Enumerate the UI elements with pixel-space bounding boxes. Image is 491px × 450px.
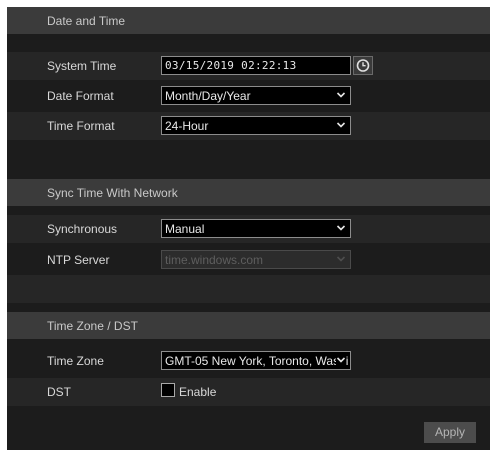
system-time-label: System Time bbox=[47, 59, 117, 73]
chevron-down-icon bbox=[336, 355, 346, 365]
clock-icon bbox=[356, 59, 370, 72]
time-format-value: 24-Hour bbox=[165, 119, 209, 133]
time-zone-row: Time Zone GMT-05 New York, Toronto, Wash… bbox=[7, 347, 490, 375]
ntp-server-row: NTP Server time.windows.com bbox=[7, 246, 490, 274]
ntp-server-label: NTP Server bbox=[47, 253, 110, 267]
synchronous-value: Manual bbox=[165, 222, 205, 236]
sync-section-header: Sync Time With Network bbox=[7, 179, 490, 206]
chevron-down-icon bbox=[336, 122, 346, 128]
date-time-section-header: Date and Time bbox=[7, 7, 490, 34]
section-title: Date and Time bbox=[47, 14, 126, 28]
dst-enable-checkbox[interactable] bbox=[161, 383, 175, 397]
ntp-server-value: time.windows.com bbox=[165, 253, 264, 267]
chevron-down-icon bbox=[336, 92, 346, 98]
dst-label: DST bbox=[47, 385, 71, 399]
timezone-section-header: Time Zone / DST bbox=[7, 312, 490, 339]
dst-enable-label[interactable]: Enable bbox=[179, 385, 216, 399]
date-format-value: Month/Day/Year bbox=[165, 89, 251, 103]
date-format-row: Date Format Month/Day/Year bbox=[7, 82, 490, 110]
system-time-input[interactable]: 03/15/2019 02:22:13 bbox=[161, 56, 351, 75]
time-zone-select[interactable]: GMT-05 New York, Toronto, Washi bbox=[161, 351, 351, 370]
date-format-label: Date Format bbox=[47, 89, 114, 103]
system-time-row: System Time 03/15/2019 02:22:13 bbox=[7, 52, 490, 80]
time-format-row: Time Format 24-Hour bbox=[7, 112, 490, 140]
apply-button[interactable]: Apply bbox=[424, 422, 476, 443]
chevron-down-icon bbox=[336, 256, 346, 262]
ntp-server-select: time.windows.com bbox=[161, 250, 351, 269]
clock-button[interactable] bbox=[353, 56, 373, 75]
time-zone-value: GMT-05 New York, Toronto, Washi bbox=[165, 354, 349, 368]
chevron-down-icon bbox=[336, 225, 346, 231]
synchronous-select[interactable]: Manual bbox=[161, 219, 351, 238]
section-title: Sync Time With Network bbox=[47, 186, 178, 200]
synchronous-label: Synchronous bbox=[47, 222, 118, 236]
time-zone-label: Time Zone bbox=[47, 354, 104, 368]
spacer-row bbox=[7, 407, 490, 435]
spacer-row bbox=[7, 142, 490, 170]
synchronous-row: Synchronous Manual bbox=[7, 215, 490, 243]
section-title: Time Zone / DST bbox=[47, 319, 138, 333]
time-format-select[interactable]: 24-Hour bbox=[161, 116, 351, 135]
date-time-settings-panel: Date and Time System Time 03/15/2019 02:… bbox=[7, 7, 490, 450]
date-format-select[interactable]: Month/Day/Year bbox=[161, 86, 351, 105]
dst-row: DST Enable bbox=[7, 378, 490, 406]
spacer-row bbox=[7, 275, 490, 303]
time-format-label: Time Format bbox=[47, 119, 115, 133]
